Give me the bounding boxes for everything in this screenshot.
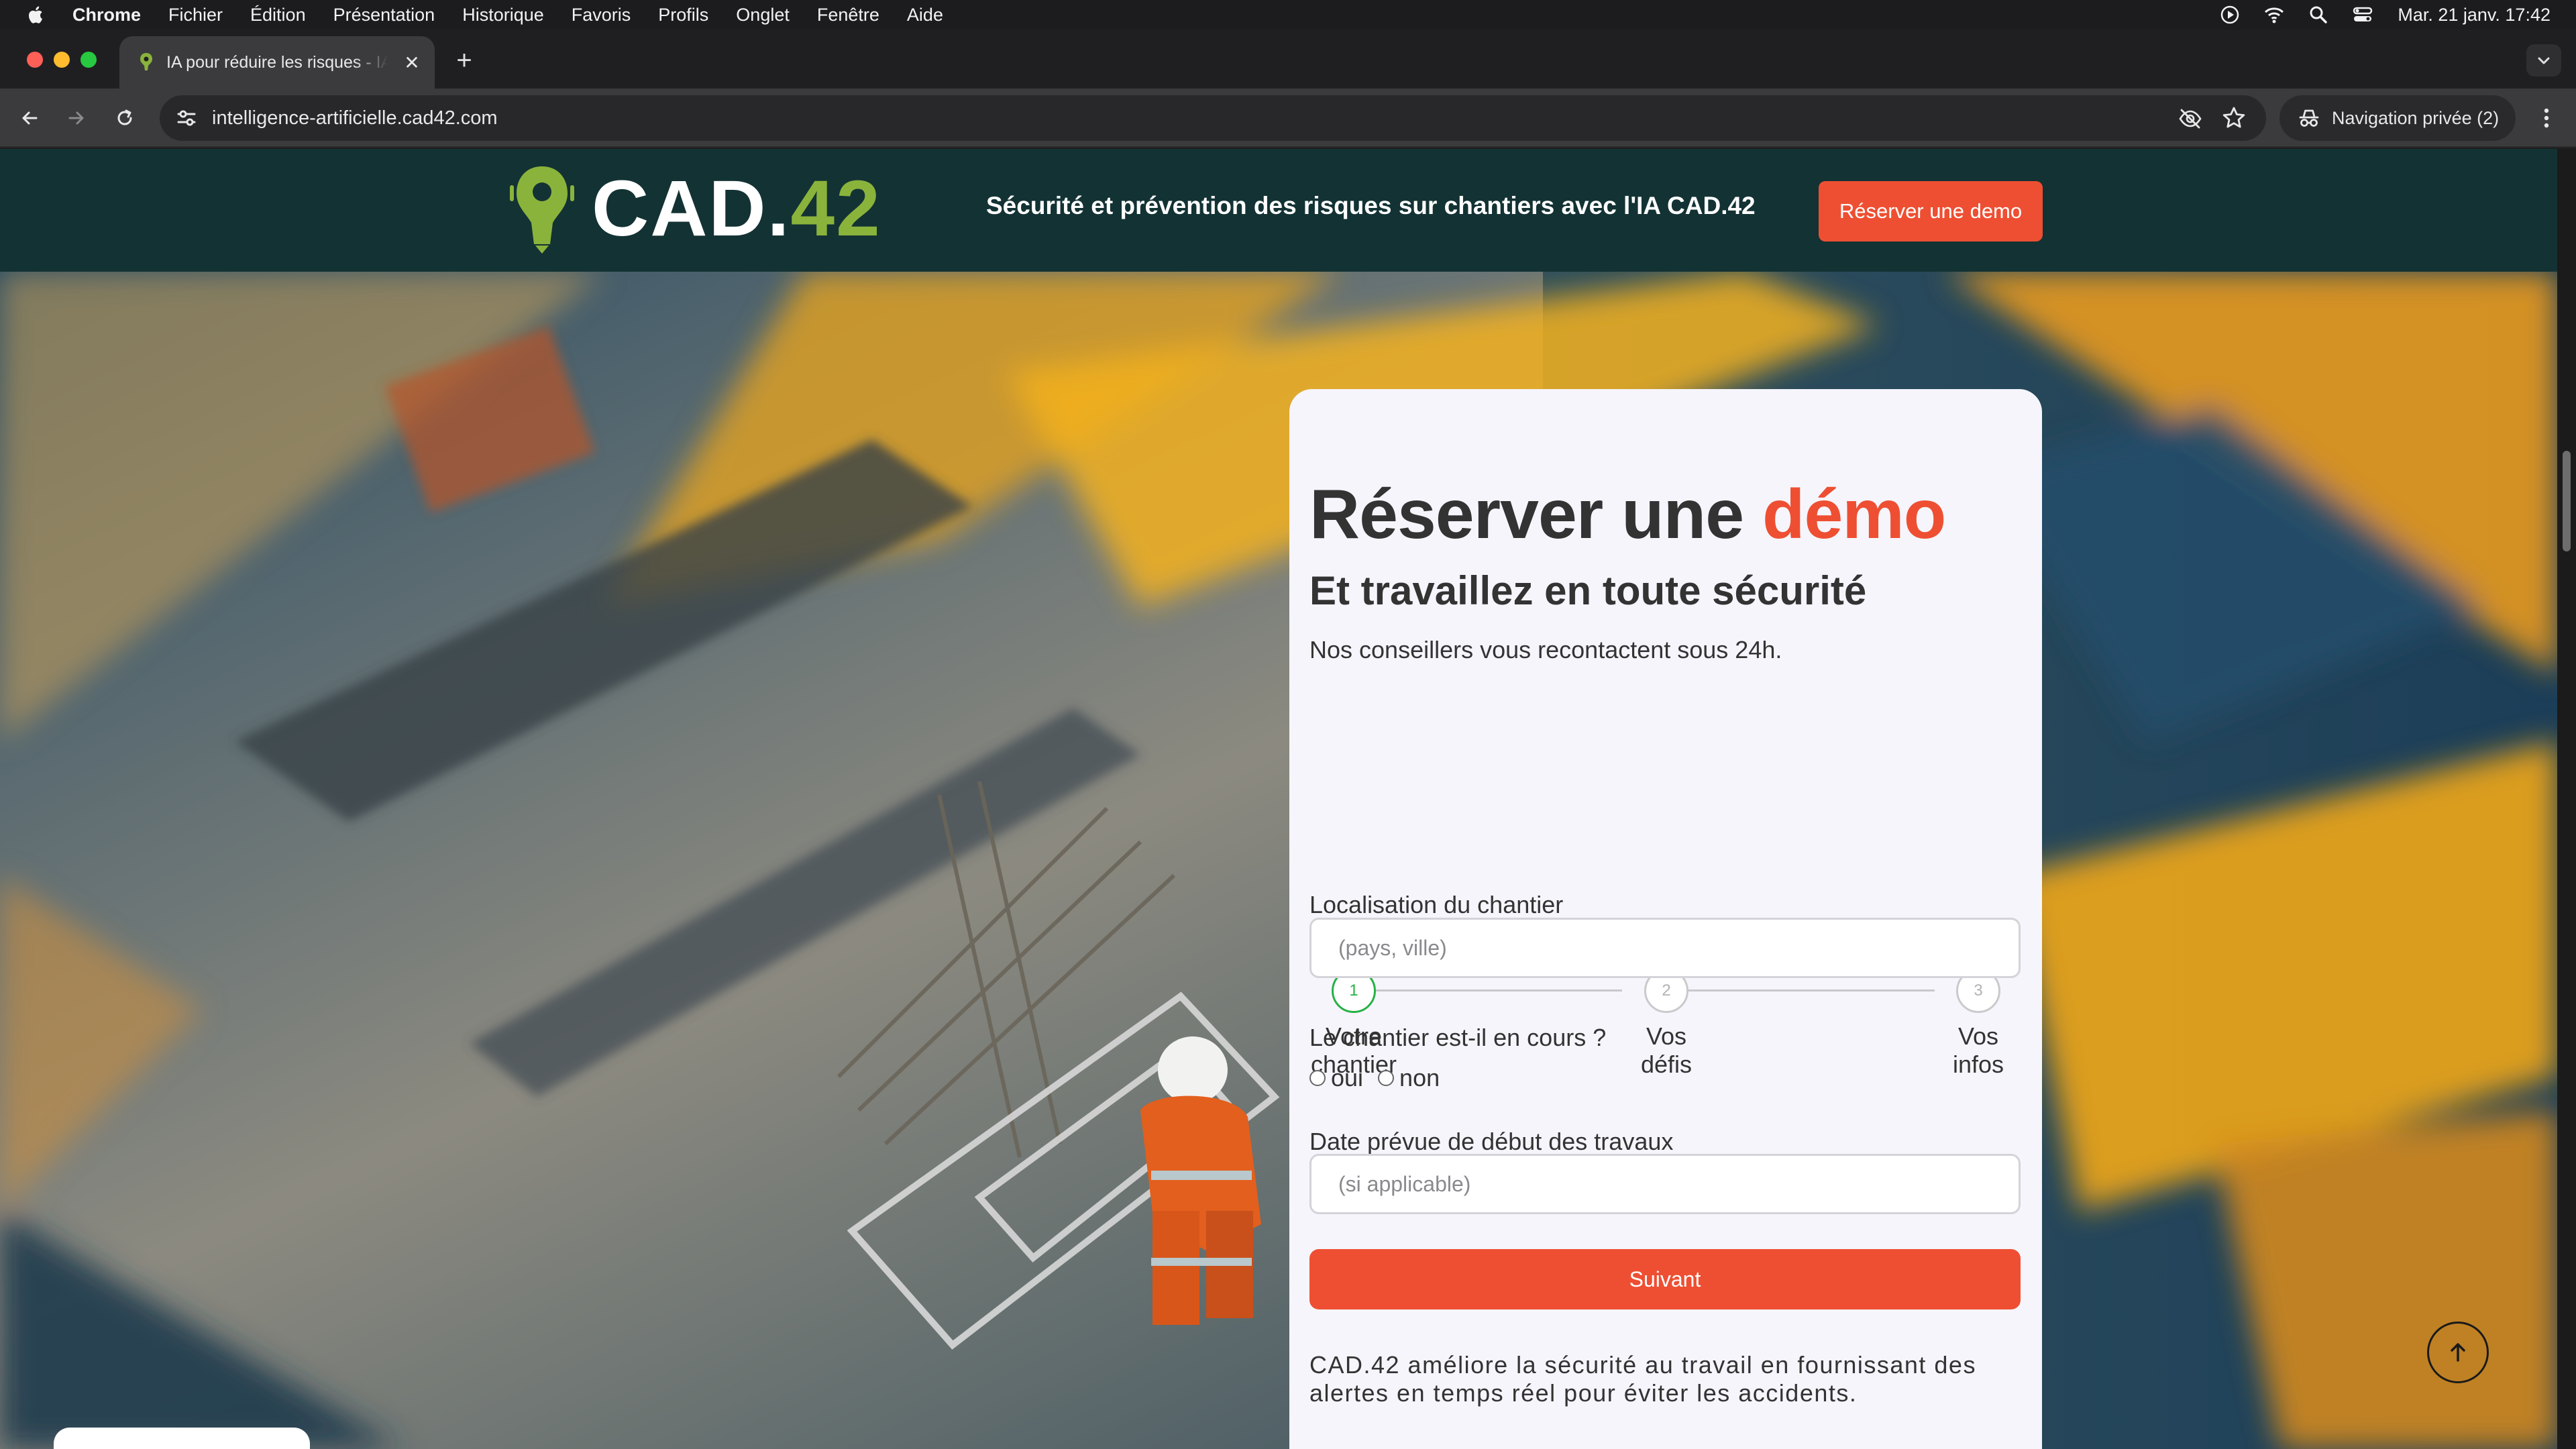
step-connector-2 [1666,989,1935,991]
radio-oui-label[interactable]: oui [1331,1064,1363,1092]
incognito-profile-button[interactable]: Navigation privée (2) [2279,95,2516,141]
web-page: CAD.42 Sécurité et prévention des risque… [0,149,2557,1449]
form-footer-note: CAD.42 améliore la sécurité au travail e… [1309,1351,1976,1407]
ongoing-radio-group: oui non [1309,1064,1454,1092]
page-scrollbar[interactable] [2557,149,2576,1449]
hero-background-image [0,272,2557,1449]
control-center-icon[interactable] [2351,3,2375,27]
form-subtitle: Et travaillez en toute sécurité [1309,568,1867,613]
arrow-left-icon [22,111,38,125]
brand-wordmark: CAD.42 [592,164,881,253]
demo-form-card: Réserver une démo Et travaillez en toute… [1289,389,2042,1449]
chevron-down-icon [2538,57,2550,64]
url-text[interactable]: intelligence-artificielle.cad42.com [212,107,498,129]
radio-non[interactable] [1378,1070,1395,1086]
back-button[interactable] [15,103,44,133]
menu-fenetre[interactable]: Fenêtre [817,5,879,25]
cad42-logo[interactable]: CAD.42 [510,164,881,254]
tab-search-button[interactable] [2526,44,2561,76]
ongoing-label: Le chantier est-il en cours ? [1309,1024,1607,1051]
browser-toolbar: intelligence-artificielle.cad42.com Navi… [0,89,2576,148]
site-header: CAD.42 Sécurité et prévention des risque… [0,149,2557,272]
window-close-button[interactable] [27,52,43,68]
menu-profils[interactable]: Profils [658,5,708,25]
scroll-to-top-button[interactable] [2427,1322,2489,1383]
menu-clock[interactable]: Mar. 21 janv. 17:42 [2398,5,2551,25]
browser-tab-strip: IA pour réduire les risques - IA ✕ + [0,30,2576,89]
form-title: Réserver une démo [1309,476,1946,553]
cad42-logo-icon [510,166,574,254]
menu-app-name[interactable]: Chrome [72,5,141,25]
scrollbar-thumb[interactable] [2563,451,2571,551]
tab-title: IA pour réduire les risques - IA [166,52,388,72]
media-play-icon[interactable] [2218,3,2242,27]
step-3-label: Vos infos [1952,1022,2004,1078]
site-settings-icon[interactable] [174,106,199,130]
step-2-label: Vos défis [1640,1022,1693,1078]
arrow-up-icon [2451,1343,2465,1362]
window-minimize-button[interactable] [54,52,70,68]
menu-historique[interactable]: Historique [462,5,544,25]
tab-close-icon[interactable]: ✕ [401,52,423,74]
new-tab-button[interactable]: + [451,47,478,74]
window-zoom-button[interactable] [80,52,97,68]
forward-button[interactable] [62,103,91,133]
browser-menu-icon[interactable] [2533,105,2560,131]
start-date-label: Date prévue de début des travaux [1309,1128,1674,1155]
spotlight-search-icon[interactable] [2306,3,2330,27]
site-favicon-icon [140,53,152,70]
menu-fichier[interactable]: Fichier [168,5,223,25]
start-date-input[interactable] [1309,1154,2021,1214]
reload-button[interactable] [110,103,140,133]
browser-tab-active[interactable]: IA pour réduire les risques - IA ✕ [119,36,435,89]
header-tagline: Sécurité et prévention des risques sur c… [986,192,1756,219]
menu-favoris[interactable]: Favoris [572,5,631,25]
radio-oui[interactable] [1309,1070,1326,1086]
address-bar[interactable]: intelligence-artificielle.cad42.com [160,95,2266,141]
wifi-icon[interactable] [2262,3,2286,27]
form-lead: Nos conseillers vous recontactent sous 2… [1309,636,1782,663]
incognito-label: Navigation privée (2) [2332,107,2500,128]
location-input[interactable] [1309,918,2021,978]
menu-onglet[interactable]: Onglet [736,5,790,25]
eye-off-icon[interactable] [2178,106,2203,131]
arrow-right-icon [68,111,84,125]
radio-non-label[interactable]: non [1399,1064,1440,1092]
bookmark-star-icon[interactable] [2220,105,2247,131]
construction-site-illustration [0,272,2557,1449]
incognito-icon [2299,109,2319,127]
menu-presentation[interactable]: Présentation [333,5,435,25]
header-book-demo-button[interactable]: Réserver une demo [1819,181,2043,241]
apple-logo-icon[interactable] [27,3,47,26]
macos-menu-bar: Chrome Fichier Édition Présentation Hist… [0,0,2576,30]
reload-icon [117,109,132,125]
chat-widget-tab[interactable] [54,1428,310,1449]
menu-aide[interactable]: Aide [907,5,943,25]
step-connector-1 [1354,989,1622,991]
next-button[interactable]: Suivant [1309,1249,2021,1309]
menu-edition[interactable]: Édition [250,5,306,25]
location-label: Localisation du chantier [1309,891,1564,918]
